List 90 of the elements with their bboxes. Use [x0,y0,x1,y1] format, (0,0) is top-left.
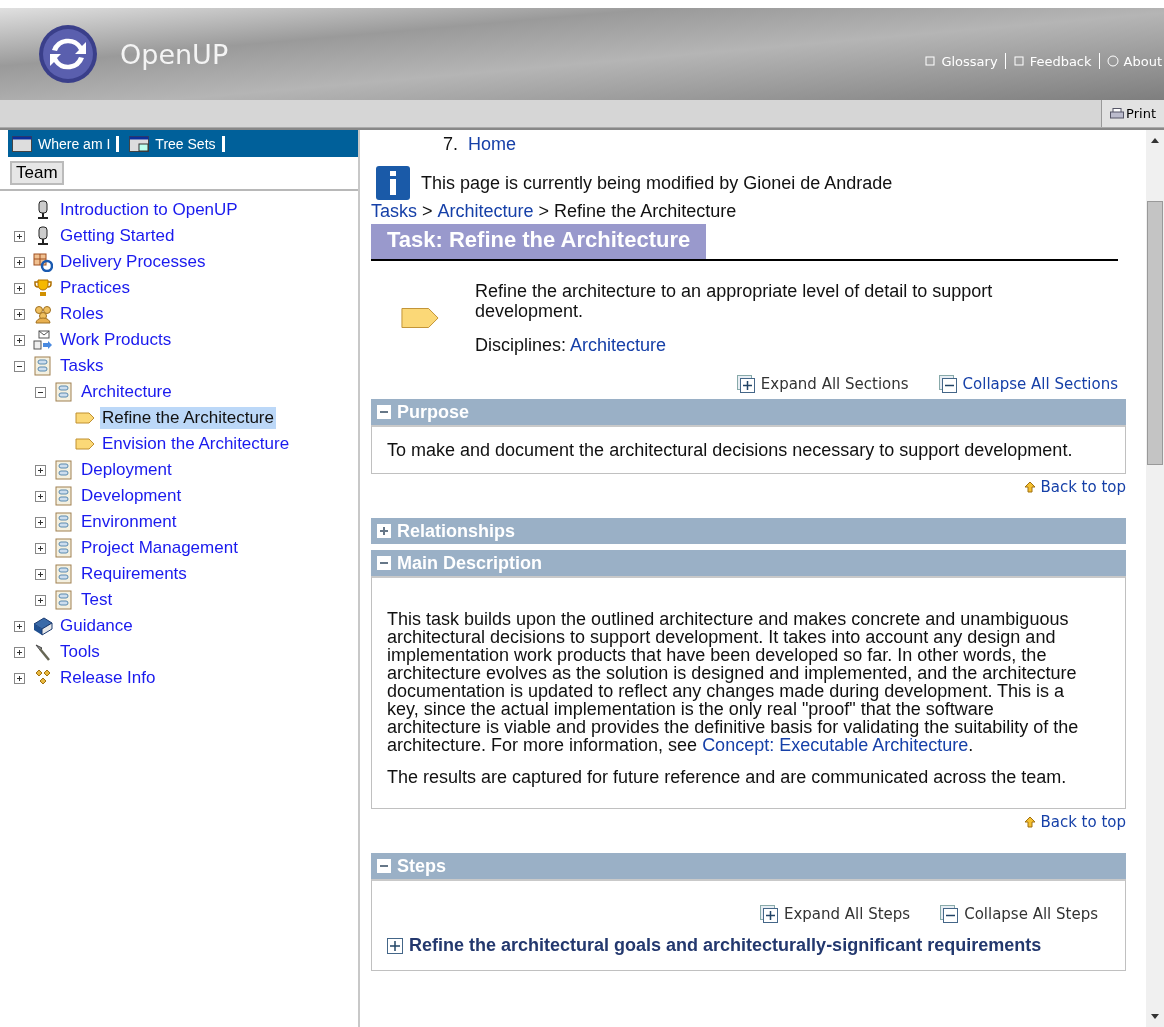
process-icon [33,252,53,272]
document-icon [54,460,74,480]
concept-link[interactable]: Concept: Executable Architecture [702,735,969,755]
window-icon [12,135,32,152]
summary-text: Refine the architecture to an appropriate level of detail to support development. [475,281,994,321]
tree-item[interactable]: Requirements [79,563,189,585]
tree-item[interactable]: Guidance [58,615,135,637]
breadcrumb-separator: > [422,201,433,222]
document-icon [54,538,74,558]
logo-icon [38,24,98,84]
collapse-all-link[interactable]: Collapse All Sections [962,375,1118,393]
collapse-icon [938,375,957,393]
document-icon [54,486,74,506]
document-icon [54,382,74,402]
tree-toggle[interactable] [14,308,28,320]
tree-toggle[interactable] [14,646,28,658]
list-number: 7. [443,134,458,155]
tree-toggle[interactable] [35,568,49,580]
document-icon [33,356,53,376]
tree-item[interactable]: Tools [58,641,102,663]
tree-toggle[interactable] [35,542,49,554]
paragraph: This task builds upon the outlined architecture and makes concrete and unambiguous architectural decisions to support development. It takes into account any design and implementation work products that have been developed so far. In other words, the architecture evolves as the solution is designed and implemented, and the architecture documentation is updated to reflect any changes made during development. This is a key, since the actual implementation is the only real "proof" that the software architecture is viable and provides the definitive basis for validating the suitability of the architecture. For more information, see Concept: Executable Architecture. [387,610,1080,754]
document-icon [54,564,74,584]
tree-add-icon [129,135,150,152]
paragraph: To make and document the architectural decisions necessary to support development. [387,441,1074,459]
tree-item[interactable]: Tasks [58,355,106,377]
tree-item[interactable]: Deployment [79,459,174,481]
tree-toggle[interactable] [14,334,28,346]
tree-item[interactable]: Release Info [58,667,158,689]
tree-toggle[interactable] [35,386,49,398]
back-to-top-link[interactable]: Back to top [1040,813,1126,831]
expand-icon [759,905,778,923]
app-title: OpenUP [120,38,229,70]
tree-toggle[interactable] [14,360,28,372]
document-icon [54,512,74,532]
tree-toggle[interactable] [14,282,28,294]
paragraph: The results are captured for future reference and are communicated across the team. [387,768,1068,786]
breadcrumb-link[interactable]: Architecture [437,201,534,222]
tree-item[interactable]: Architecture [79,381,174,403]
tree-item[interactable]: Roles [58,303,106,325]
hammer-icon [33,642,53,662]
tree-toggle[interactable] [35,490,49,502]
tag-icon [401,307,439,329]
tree-toggle[interactable] [14,230,28,242]
tree-item[interactable]: Envision the Architecture [100,433,292,455]
tree-toggle[interactable] [14,256,28,268]
step-toggle-icon[interactable] [387,937,403,954]
breadcrumb-link[interactable]: Tasks [371,201,417,222]
envelope-icon [33,330,53,350]
collapse-icon [377,859,391,873]
tree-item[interactable]: Work Products [58,329,174,351]
trophy-icon [33,278,53,298]
expand-icon [736,375,755,393]
list-link[interactable]: Home [468,134,517,155]
collapse-icon [377,405,391,419]
tree-item[interactable]: Project Management [79,537,240,559]
tree-item[interactable]: Environment [79,511,179,533]
print-button[interactable]: Print [1101,100,1164,127]
tree-toggle[interactable] [14,620,28,632]
discipline-link[interactable]: Architecture [570,335,667,355]
tree-item[interactable]: Getting Started [58,225,177,247]
sidebar-tab[interactable]: Tree Sets [155,135,216,152]
document-icon [54,590,74,610]
tree-item[interactable]: Delivery Processes [58,251,208,273]
tree-item[interactable]: Development [79,485,184,507]
scrollbar[interactable] [1146,130,1164,1027]
collapse-icon [377,556,391,570]
printer-icon [1110,107,1125,120]
arrow-up-icon [1024,481,1037,493]
back-to-top-link[interactable]: Back to top [1040,478,1126,496]
people-icon [33,304,53,324]
tree-set-button[interactable]: Team [10,161,64,185]
notice-text: This page is currently being modified by Gionei de Andrade [421,172,893,194]
step-title[interactable]: Refine the architectural goals and architecturally-significant requirements [409,935,1042,956]
tree-item[interactable]: Refine the Architecture [100,407,276,429]
tree-toggle[interactable] [35,516,49,528]
collapse-icon [940,905,959,923]
tree-item[interactable]: Introduction to OpenUP [58,199,240,221]
sidebar-tab[interactable]: Where am I [38,135,111,152]
disciplines-label: Disciplines: [475,335,567,355]
tree-toggle[interactable] [35,464,49,476]
tree-item[interactable]: Test [79,589,115,611]
breadcrumb-separator: > [538,201,550,222]
breadcrumb-current: Refine the Architecture [554,201,737,222]
expand-icon [377,524,391,538]
tree-toggle[interactable] [35,594,49,606]
tree-item[interactable]: Practices [58,277,132,299]
arrow-up-icon [1024,816,1037,828]
page-title: Task: Refine the Architecture [371,224,707,259]
tree-toggle[interactable] [14,672,28,684]
